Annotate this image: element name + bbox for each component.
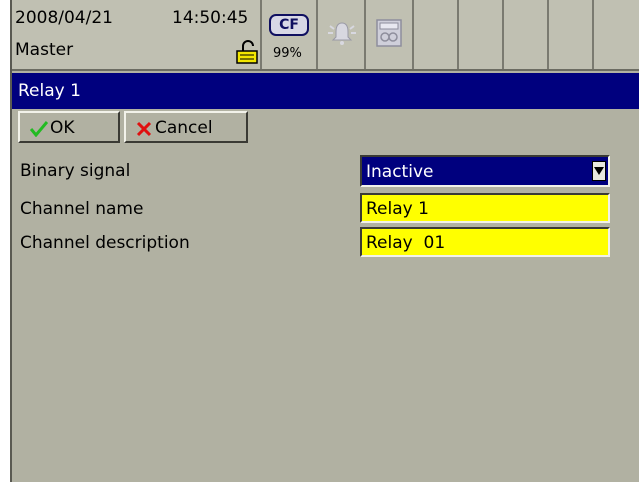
- binary-signal-label: Binary signal: [20, 161, 131, 181]
- channel-description-field[interactable]: Relay 01: [360, 227, 610, 257]
- channel-name-label: Channel name: [20, 199, 144, 219]
- status-slot-empty: [459, 0, 504, 69]
- status-bar: 2008/04/21 14:50:45 Master CF 99%: [12, 0, 639, 71]
- lock-icon: [236, 40, 258, 64]
- cancel-button[interactable]: Cancel: [124, 111, 248, 143]
- dialog-title: Relay 1: [18, 81, 81, 101]
- channel-description-value: Relay 01: [366, 233, 446, 253]
- status-user: Master: [15, 40, 74, 60]
- status-slot-empty: [504, 0, 549, 69]
- channel-name-value: Relay 1: [366, 199, 429, 219]
- channel-name-field[interactable]: Relay 1: [360, 193, 610, 223]
- checkmark-icon: [30, 121, 48, 137]
- binary-signal-value: Inactive: [366, 162, 434, 182]
- status-slot-empty: [549, 0, 594, 69]
- ok-button[interactable]: OK: [18, 111, 120, 143]
- chevron-down-icon: [594, 167, 604, 175]
- counter-icon: [376, 19, 402, 47]
- alarm-icon: [328, 22, 356, 45]
- recorder-screen: 2008/04/21 14:50:45 Master CF 99% Relay …: [10, 0, 639, 482]
- close-icon: [136, 121, 152, 137]
- datetime-panel: 2008/04/21 14:50:45 Master: [12, 0, 262, 69]
- storage-panel: CF 99%: [262, 0, 318, 69]
- binary-signal-select[interactable]: Inactive: [360, 155, 610, 187]
- cancel-button-label: Cancel: [155, 118, 213, 138]
- storage-percent: 99%: [273, 46, 302, 61]
- status-time: 14:50:45: [172, 8, 249, 28]
- alarm-slot: [318, 0, 366, 69]
- channel-description-label: Channel description: [20, 233, 190, 253]
- status-date: 2008/04/21: [15, 8, 113, 28]
- ok-button-label: OK: [50, 118, 75, 138]
- counter-slot: [366, 0, 414, 69]
- cf-card-icon: CF: [269, 14, 309, 36]
- status-slot-empty: [594, 0, 639, 69]
- dialog-title-bar: Relay 1: [12, 73, 639, 109]
- dropdown-button[interactable]: [592, 161, 606, 181]
- status-slot-empty: [414, 0, 459, 69]
